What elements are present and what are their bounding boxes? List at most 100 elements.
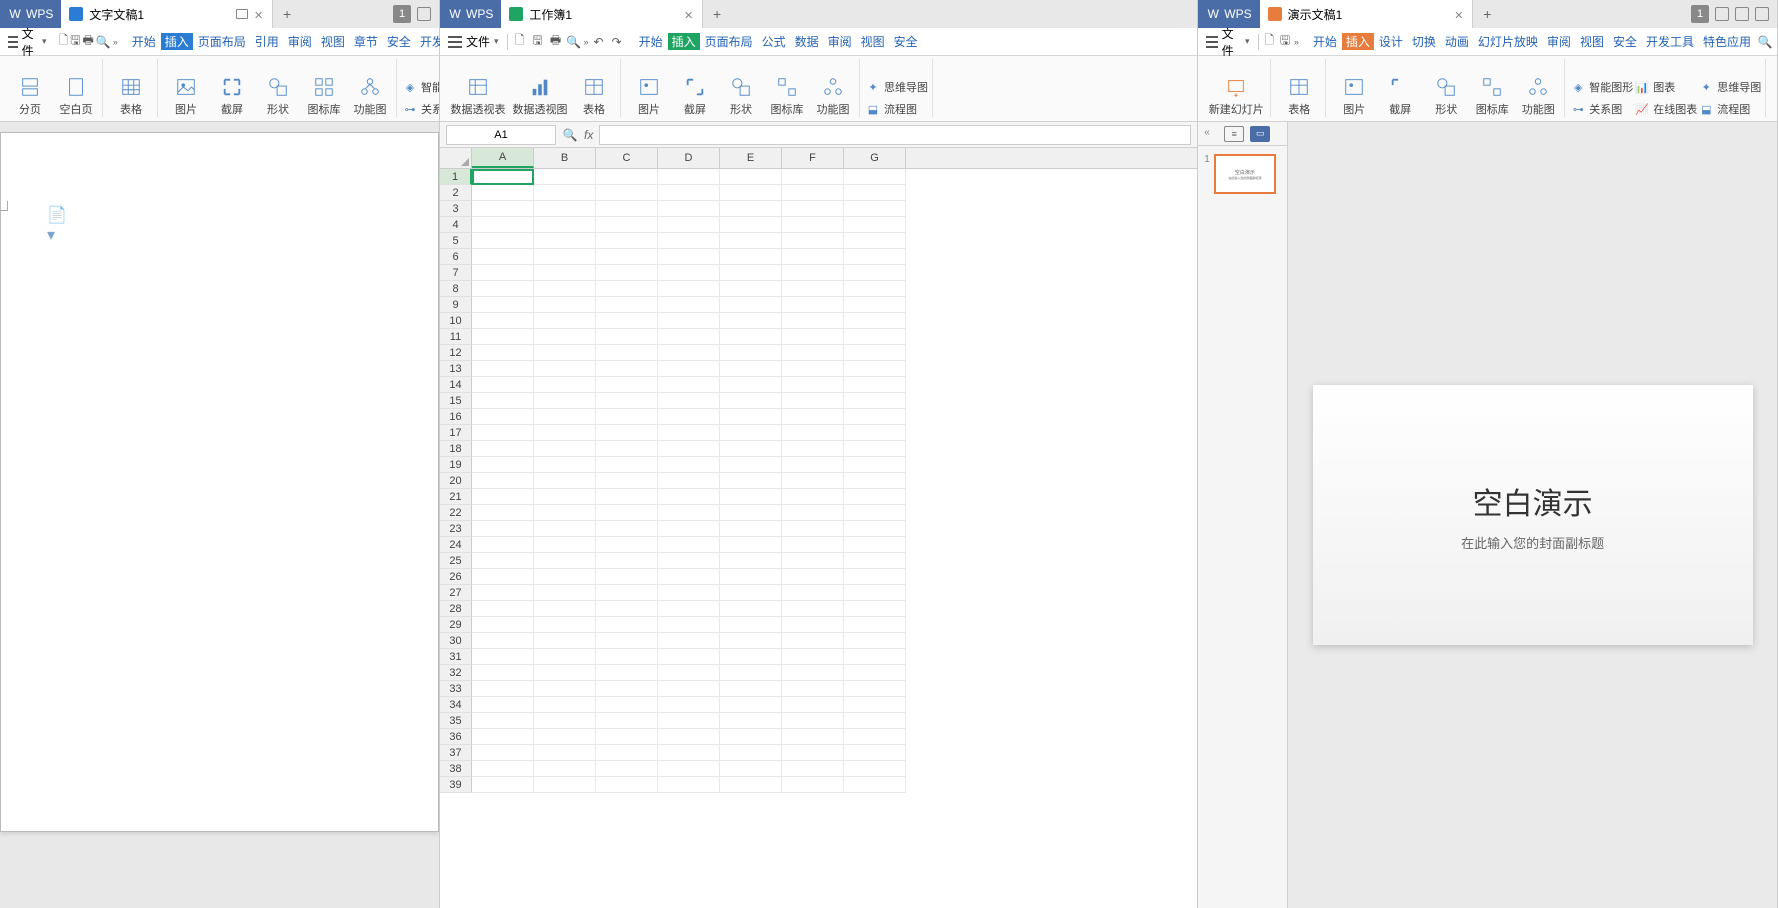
cell[interactable] <box>844 169 906 185</box>
cell[interactable] <box>534 681 596 697</box>
row-header[interactable]: 7 <box>440 265 472 281</box>
cell[interactable] <box>658 345 720 361</box>
cell[interactable] <box>534 425 596 441</box>
cell[interactable] <box>596 217 658 233</box>
cell[interactable] <box>534 441 596 457</box>
presentation-tab[interactable]: 演示文稿1 ✕ <box>1260 0 1474 28</box>
row-header[interactable]: 17 <box>440 425 472 441</box>
column-header[interactable]: G <box>844 148 906 168</box>
cell[interactable] <box>534 377 596 393</box>
cell[interactable] <box>658 329 720 345</box>
cell[interactable] <box>658 665 720 681</box>
cell[interactable] <box>658 617 720 633</box>
tab-formula[interactable]: 公式 <box>758 33 790 50</box>
cell[interactable] <box>472 425 534 441</box>
cell[interactable] <box>844 649 906 665</box>
cell[interactable] <box>596 713 658 729</box>
cell[interactable] <box>844 409 906 425</box>
cell[interactable] <box>534 217 596 233</box>
column-header[interactable]: E <box>720 148 782 168</box>
cell[interactable] <box>534 457 596 473</box>
cell[interactable] <box>844 473 906 489</box>
cell[interactable] <box>844 745 906 761</box>
picture-button[interactable]: 图片 <box>1332 75 1376 117</box>
document-tab[interactable]: 文字文稿1 ✕ <box>61 0 273 28</box>
cell[interactable] <box>596 313 658 329</box>
sys-icon-2[interactable] <box>1735 7 1749 21</box>
tab-review[interactable]: 审阅 <box>1543 33 1575 50</box>
cell[interactable] <box>782 553 844 569</box>
cell[interactable] <box>844 233 906 249</box>
cell[interactable] <box>472 761 534 777</box>
table-button[interactable]: 表格 <box>572 75 616 117</box>
cell[interactable] <box>534 505 596 521</box>
shapes-button[interactable]: 形状 <box>1424 75 1468 117</box>
cell[interactable] <box>596 457 658 473</box>
qat-more-icon[interactable]: » <box>113 37 118 47</box>
cell[interactable] <box>534 761 596 777</box>
cell[interactable] <box>596 505 658 521</box>
cell[interactable] <box>596 377 658 393</box>
cell[interactable] <box>596 329 658 345</box>
cell[interactable] <box>658 633 720 649</box>
relation-button[interactable]: ⊶关系图 <box>1571 101 1633 117</box>
cell[interactable] <box>782 329 844 345</box>
cell[interactable] <box>534 745 596 761</box>
tab-special[interactable]: 特色应用 <box>1699 33 1755 50</box>
tab-pagelayout[interactable]: 页面布局 <box>701 33 757 50</box>
cell[interactable] <box>782 377 844 393</box>
cell[interactable] <box>782 633 844 649</box>
cell[interactable] <box>782 585 844 601</box>
cell[interactable] <box>658 729 720 745</box>
cell[interactable] <box>720 313 782 329</box>
cell[interactable] <box>720 601 782 617</box>
qat-undo-icon[interactable]: ↶ <box>591 34 607 50</box>
smartart-button[interactable]: 功能图 <box>1516 75 1560 117</box>
cell[interactable] <box>720 169 782 185</box>
collapse-icon[interactable]: « <box>1204 127 1218 141</box>
cell[interactable] <box>534 665 596 681</box>
cell[interactable] <box>720 585 782 601</box>
cell[interactable] <box>720 441 782 457</box>
cell[interactable] <box>782 489 844 505</box>
cell[interactable] <box>782 617 844 633</box>
row-header[interactable]: 32 <box>440 665 472 681</box>
cell[interactable] <box>658 425 720 441</box>
cell[interactable] <box>720 473 782 489</box>
cell[interactable] <box>844 329 906 345</box>
cell[interactable] <box>720 537 782 553</box>
notification-badge[interactable]: 1 <box>1691 5 1709 23</box>
iconlib-button[interactable]: 图标库 <box>765 75 809 117</box>
cell[interactable] <box>720 761 782 777</box>
row-header[interactable]: 24 <box>440 537 472 553</box>
iconlib-button[interactable]: 图标库 <box>1470 75 1514 117</box>
cell[interactable] <box>844 601 906 617</box>
row-header[interactable]: 18 <box>440 441 472 457</box>
cell[interactable] <box>844 521 906 537</box>
cell[interactable] <box>658 233 720 249</box>
cell[interactable] <box>720 185 782 201</box>
row-header[interactable]: 39 <box>440 777 472 793</box>
tab-insert[interactable]: 插入 <box>668 33 700 50</box>
cell[interactable] <box>596 585 658 601</box>
cell[interactable] <box>658 441 720 457</box>
cell[interactable] <box>534 537 596 553</box>
thumbnail-view-button[interactable]: ▭ <box>1250 126 1270 142</box>
cell[interactable] <box>782 281 844 297</box>
cell[interactable] <box>782 313 844 329</box>
cell[interactable] <box>596 665 658 681</box>
cell[interactable] <box>596 169 658 185</box>
cell[interactable] <box>658 297 720 313</box>
qat-new-icon[interactable]: 🗋 <box>1262 34 1276 50</box>
close-tab-icon[interactable]: ✕ <box>254 9 264 19</box>
name-box[interactable]: A1 <box>446 125 556 145</box>
cell[interactable] <box>844 217 906 233</box>
row-header[interactable]: 9 <box>440 297 472 313</box>
cell[interactable] <box>596 761 658 777</box>
cell[interactable] <box>472 361 534 377</box>
tab-insert[interactable]: 插入 <box>1342 33 1374 50</box>
cell[interactable] <box>658 713 720 729</box>
cell[interactable] <box>844 569 906 585</box>
paragraph-icon[interactable]: 📄▾ <box>47 218 61 232</box>
qat-redo-icon[interactable]: ↷ <box>609 34 625 50</box>
